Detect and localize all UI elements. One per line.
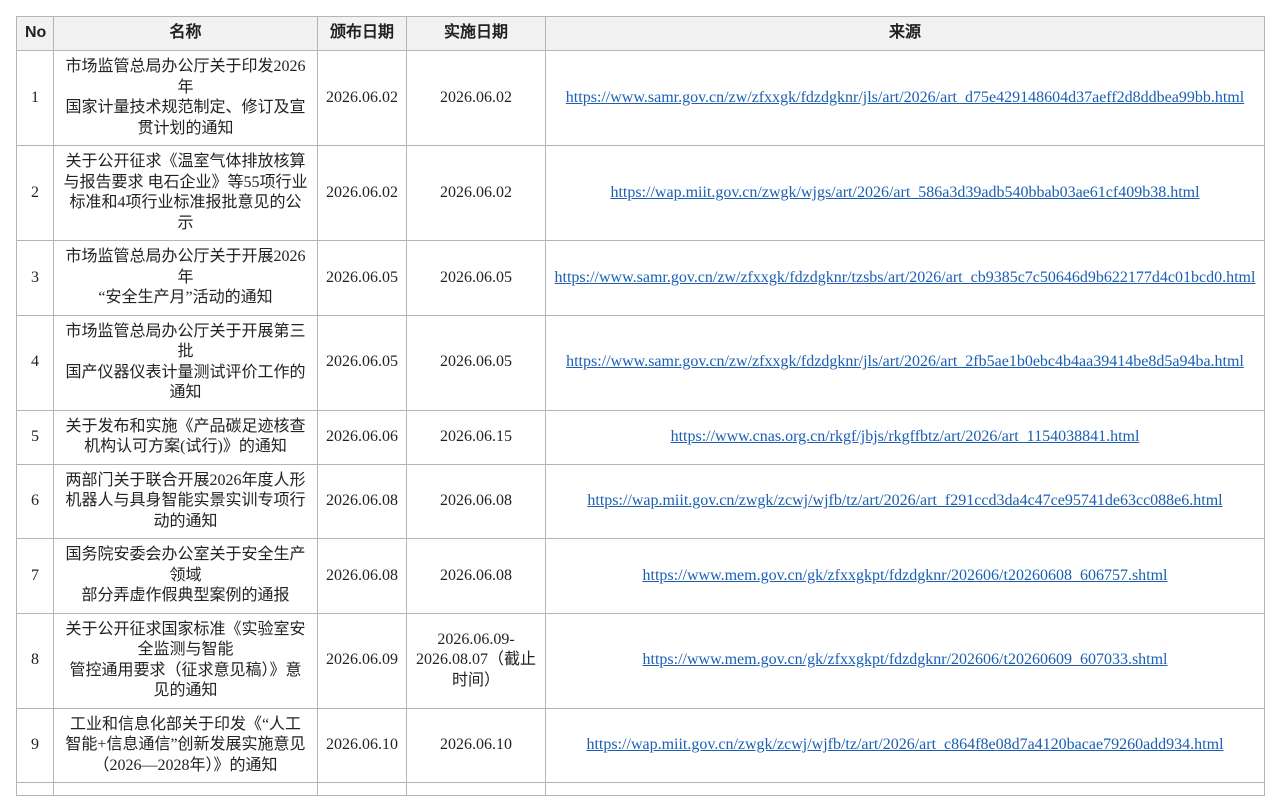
row-number: 5 [16,409,54,465]
header-issue-date: 颁布日期 [317,16,407,51]
document-name: 两部门关于联合开展2026年度人形机器人与具身智能实景实训专项行动的通知 [53,463,318,539]
implementation-date [406,782,546,796]
source-link[interactable]: https://www.mem.gov.cn/gk/zfxxgkpt/fdzdg… [643,567,1168,584]
table-body: 1 市场监管总局办公厅关于印发2026年 国家计量技术规范制定、修订及宣贯计划的… [16,50,1265,796]
implementation-date: 2026.06.10 [406,707,546,783]
table-header-row: No 名称 颁布日期 实施日期 来源 [16,16,1265,51]
row-number: 6 [16,463,54,539]
document-name: 关于发布和实施《产品碳足迹核查机构认可方案(试行)》的通知 [53,409,318,465]
row-number: 8 [16,612,54,709]
row-number: 4 [16,314,54,411]
table-row: 2 关于公开征求《温室气体排放核算与报告要求 电石企业》等55项行业标准和4项行… [16,145,1265,241]
source-link[interactable]: https://wap.miit.gov.cn/zwgk/zcwj/wjfb/t… [586,736,1223,753]
source-cell: https://www.mem.gov.cn/gk/zfxxgkpt/fdzdg… [545,538,1265,614]
implementation-date: 2026.06.09-2026.08.07（截止时间） [406,612,546,709]
table-row: 8 关于公开征求国家标准《实验室安全监测与智能 管控通用要求（征求意见稿）》意见… [16,612,1265,709]
issue-date: 2026.06.08 [317,538,407,614]
source-link[interactable]: https://www.samr.gov.cn/zw/zfxxgk/fdzdgk… [566,353,1244,370]
regulations-table-container: No 名称 颁布日期 实施日期 来源 1 市场监管总局办公厅关于印发2026年 … [16,16,1265,796]
issue-date: 2026.06.05 [317,314,407,411]
source-link[interactable]: https://www.samr.gov.cn/zw/zfxxgk/fdzdgk… [566,89,1244,106]
row-number: 7 [16,538,54,614]
implementation-date: 2026.06.08 [406,538,546,614]
source-link[interactable]: https://www.mem.gov.cn/gk/zfxxgkpt/fdzdg… [643,651,1168,668]
issue-date: 2026.06.09 [317,612,407,709]
source-cell: https://www.mem.gov.cn/gk/zfxxgkpt/fdzdg… [545,612,1265,709]
document-name: 关于公开征求国家标准《实验室安全监测与智能 管控通用要求（征求意见稿）》意见的通… [53,612,318,709]
regulations-table: No 名称 颁布日期 实施日期 来源 1 市场监管总局办公厅关于印发2026年 … [16,16,1265,796]
source-link[interactable]: https://wap.miit.gov.cn/zwgk/wjgs/art/20… [610,184,1199,201]
header-source: 来源 [545,16,1265,51]
header-no: No [16,16,54,51]
issue-date: 2026.06.02 [317,145,407,241]
table-row: 1 市场监管总局办公厅关于印发2026年 国家计量技术规范制定、修订及宣贯计划的… [16,50,1265,146]
document-name: 市场监管总局办公厅关于开展2026年 “安全生产月”活动的通知 [53,240,318,316]
source-cell: https://www.samr.gov.cn/zw/zfxxgk/fdzdgk… [545,50,1265,146]
document-name [53,782,318,796]
row-number: 2 [16,145,54,241]
table-row [16,782,1265,796]
table-row: 9 工业和信息化部关于印发《“人工智能+信息通信”创新发展实施意见（2026—2… [16,707,1265,783]
implementation-date: 2026.06.02 [406,50,546,146]
table-row: 6 两部门关于联合开展2026年度人形机器人与具身智能实景实训专项行动的通知 2… [16,463,1265,539]
implementation-date: 2026.06.05 [406,314,546,411]
row-number: 3 [16,240,54,316]
document-name: 国务院安委会办公室关于安全生产领域 部分弄虚作假典型案例的通报 [53,538,318,614]
source-cell: https://www.samr.gov.cn/zw/zfxxgk/fdzdgk… [545,314,1265,411]
source-link[interactable]: https://www.samr.gov.cn/zw/zfxxgk/fdzdgk… [555,269,1256,286]
issue-date [317,782,407,796]
document-name: 工业和信息化部关于印发《“人工智能+信息通信”创新发展实施意见（2026—202… [53,707,318,783]
source-cell: https://wap.miit.gov.cn/zwgk/zcwj/wjfb/t… [545,463,1265,539]
source-link[interactable]: https://wap.miit.gov.cn/zwgk/zcwj/wjfb/t… [587,492,1222,509]
issue-date: 2026.06.08 [317,463,407,539]
row-number: 9 [16,707,54,783]
document-name: 关于公开征求《温室气体排放核算与报告要求 电石企业》等55项行业标准和4项行业标… [53,145,318,241]
source-cell: https://wap.miit.gov.cn/zwgk/wjgs/art/20… [545,145,1265,241]
source-cell: https://www.samr.gov.cn/zw/zfxxgk/fdzdgk… [545,240,1265,316]
implementation-date: 2026.06.05 [406,240,546,316]
implementation-date: 2026.06.02 [406,145,546,241]
source-link[interactable]: https://www.cnas.org.cn/rkgf/jbjs/rkgffb… [671,428,1140,445]
document-name: 市场监管总局办公厅关于开展第三批 国产仪器仪表计量测试评价工作的通知 [53,314,318,411]
issue-date: 2026.06.05 [317,240,407,316]
header-impl-date: 实施日期 [406,16,546,51]
issue-date: 2026.06.10 [317,707,407,783]
table-row: 3 市场监管总局办公厅关于开展2026年 “安全生产月”活动的通知 2026.0… [16,240,1265,316]
table-row: 4 市场监管总局办公厅关于开展第三批 国产仪器仪表计量测试评价工作的通知 202… [16,314,1265,411]
header-name: 名称 [53,16,318,51]
issue-date: 2026.06.06 [317,409,407,465]
implementation-date: 2026.06.08 [406,463,546,539]
table-row: 7 国务院安委会办公室关于安全生产领域 部分弄虚作假典型案例的通报 2026.0… [16,538,1265,614]
row-number [16,782,54,796]
source-cell: https://wap.miit.gov.cn/zwgk/zcwj/wjfb/t… [545,707,1265,783]
issue-date: 2026.06.02 [317,50,407,146]
implementation-date: 2026.06.15 [406,409,546,465]
table-row: 5 关于发布和实施《产品碳足迹核查机构认可方案(试行)》的通知 2026.06.… [16,409,1265,465]
document-name: 市场监管总局办公厅关于印发2026年 国家计量技术规范制定、修订及宣贯计划的通知 [53,50,318,146]
row-number: 1 [16,50,54,146]
source-cell [545,782,1265,796]
source-cell: https://www.cnas.org.cn/rkgf/jbjs/rkgffb… [545,409,1265,465]
